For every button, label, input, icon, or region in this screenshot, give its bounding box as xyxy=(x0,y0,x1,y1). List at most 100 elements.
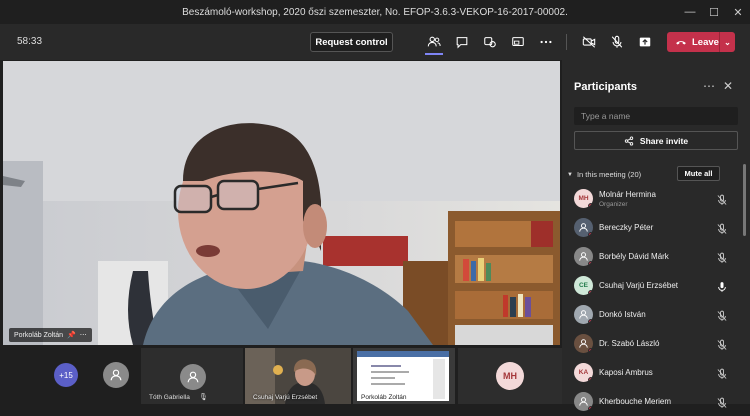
tile-name: Porkoláb Zoltán xyxy=(361,394,407,401)
mic-off-icon[interactable] xyxy=(716,367,728,379)
participant-name: Donkó István xyxy=(599,310,646,319)
presence-status-icon xyxy=(588,261,593,266)
section-label: In this meeting (20) xyxy=(576,170,642,179)
active-tab-indicator xyxy=(425,53,443,55)
person-icon xyxy=(187,371,199,383)
participant-row[interactable]: CE Csuhaj Varjú Erzsébet xyxy=(562,271,742,300)
window-title: Beszámoló-workshop, 2020 őszi szemeszter… xyxy=(182,6,568,18)
participant-avatar-anonymous[interactable] xyxy=(103,362,129,388)
leave-button[interactable]: Leave ⌄ xyxy=(667,32,735,52)
close-window-icon[interactable]: ✕ xyxy=(726,0,750,24)
phone-hangup-icon xyxy=(675,36,687,48)
person-icon xyxy=(578,222,589,233)
chat-icon[interactable] xyxy=(451,32,473,52)
thumbnail-line xyxy=(371,365,401,367)
participant-name: Borbély Dávid Márk xyxy=(599,252,669,261)
speaker-name: Porkoláb Zoltán xyxy=(14,331,64,339)
tile-name: Csuhaj Varjú Erzsébet xyxy=(253,394,318,401)
tile-mh[interactable]: MH xyxy=(458,348,562,404)
presence-status-icon xyxy=(588,377,593,382)
person-icon xyxy=(578,338,589,349)
speaker-more-icon[interactable]: ⋯ xyxy=(80,331,87,339)
meeting-timer: 58:33 xyxy=(17,36,43,47)
participants-icon[interactable] xyxy=(423,32,445,52)
thumbnail-line xyxy=(371,371,409,373)
participant-name: Molnár Hermina xyxy=(599,190,656,199)
panel-scrollbar[interactable] xyxy=(743,164,746,236)
share-icon xyxy=(624,136,634,145)
presence-status-icon xyxy=(588,290,593,295)
toolbar-divider xyxy=(566,34,567,50)
avatar xyxy=(574,305,593,324)
search-input[interactable]: Type a name xyxy=(574,107,738,125)
in-meeting-section-header[interactable]: ▼ In this meeting (20) xyxy=(567,170,641,179)
avatar: MH xyxy=(574,189,593,208)
participant-strip: +15 Tóth Gabriella 🎙 Csuhaj Varjú Erzséb… xyxy=(0,346,562,404)
panel-title: Participants xyxy=(574,81,637,93)
presence-status-icon xyxy=(588,319,593,324)
mic-off-icon[interactable] xyxy=(716,396,728,408)
title-bar: Beszámoló-workshop, 2020 őszi szemeszter… xyxy=(0,0,750,24)
thumbnail-header xyxy=(357,351,449,357)
participant-row[interactable]: Bereczky Péter xyxy=(562,213,742,242)
tile-porkolab-zoltan[interactable]: Porkoláb Zoltán xyxy=(353,348,455,404)
participant-row[interactable]: Dr. Szabó László xyxy=(562,329,742,358)
avatar-initials: CE xyxy=(578,282,589,289)
participant-name: Kherbouche Meriem xyxy=(599,397,672,406)
avatar-initials: MH xyxy=(503,371,517,381)
chevron-down-icon: ▼ xyxy=(567,171,573,178)
mic-off-icon[interactable] xyxy=(716,222,728,234)
overflow-count: +15 xyxy=(59,370,73,380)
participant-name: Csuhaj Varjú Erzsébet xyxy=(599,281,678,290)
avatar: KA xyxy=(574,363,593,382)
avatar xyxy=(574,392,593,411)
pin-icon[interactable]: 📌 xyxy=(67,331,76,339)
minimize-icon[interactable]: — xyxy=(678,0,702,24)
participant-row[interactable]: Kherbouche Meriem xyxy=(562,387,742,416)
person-icon xyxy=(578,251,589,262)
mic-off-icon[interactable] xyxy=(716,193,728,205)
avatar-initials: KA xyxy=(578,369,589,376)
share-screen-icon[interactable] xyxy=(507,32,529,52)
mic-on-icon[interactable] xyxy=(716,280,728,292)
leave-options-chevron-icon[interactable]: ⌄ xyxy=(719,32,735,52)
thumbnail-line xyxy=(371,383,405,385)
maximize-icon[interactable]: ☐ xyxy=(702,0,726,24)
mute-all-button[interactable]: Mute all xyxy=(677,166,720,181)
more-actions-icon[interactable] xyxy=(535,32,557,52)
camera-off-icon[interactable] xyxy=(578,32,600,52)
speaker-video-image xyxy=(3,61,560,345)
request-control-button[interactable]: Request control xyxy=(310,32,393,52)
avatar-initials: MH xyxy=(578,195,589,202)
overflow-count-badge[interactable]: +15 xyxy=(54,363,78,387)
tile-csuhaj-varju-erzsebet[interactable]: Csuhaj Varjú Erzsébet xyxy=(245,348,351,404)
avatar xyxy=(574,247,593,266)
participant-row[interactable]: MH Molnár Hermina Organizer xyxy=(562,184,742,213)
participant-row[interactable]: KA Kaposi Ambrus xyxy=(562,358,742,387)
participant-name: Kaposi Ambrus xyxy=(599,368,653,377)
participant-row[interactable]: Donkó István xyxy=(562,300,742,329)
presence-status-icon xyxy=(588,406,593,411)
participant-row[interactable]: Borbély Dávid Márk xyxy=(562,242,742,271)
tile-name: Tóth Gabriella xyxy=(149,394,190,401)
avatar: CE xyxy=(574,276,593,295)
mic-icon: 🎙 xyxy=(199,394,208,401)
participant-list: MH Molnár Hermina Organizer Bereczky Péter B… xyxy=(562,184,742,416)
reactions-icon[interactable] xyxy=(479,32,501,52)
panel-more-icon[interactable]: ⋯ xyxy=(703,79,715,93)
presence-status-icon xyxy=(588,348,593,353)
mic-off-icon[interactable] xyxy=(606,32,628,52)
mic-off-icon[interactable] xyxy=(716,338,728,350)
share-invite-label: Share invite xyxy=(639,135,689,146)
share-invite-button[interactable]: Share invite xyxy=(574,131,738,150)
panel-close-icon[interactable]: ✕ xyxy=(723,79,733,93)
leave-main[interactable]: Leave xyxy=(667,36,719,48)
share-tray-icon[interactable] xyxy=(634,32,656,52)
tile-toth-gabriella[interactable]: Tóth Gabriella 🎙 xyxy=(141,348,243,404)
mic-off-icon[interactable] xyxy=(716,309,728,321)
person-icon xyxy=(578,396,589,407)
mic-off-icon[interactable] xyxy=(716,251,728,263)
avatar xyxy=(574,334,593,353)
search-placeholder: Type a name xyxy=(581,111,631,121)
window-controls: — ☐ ✕ xyxy=(678,0,750,24)
